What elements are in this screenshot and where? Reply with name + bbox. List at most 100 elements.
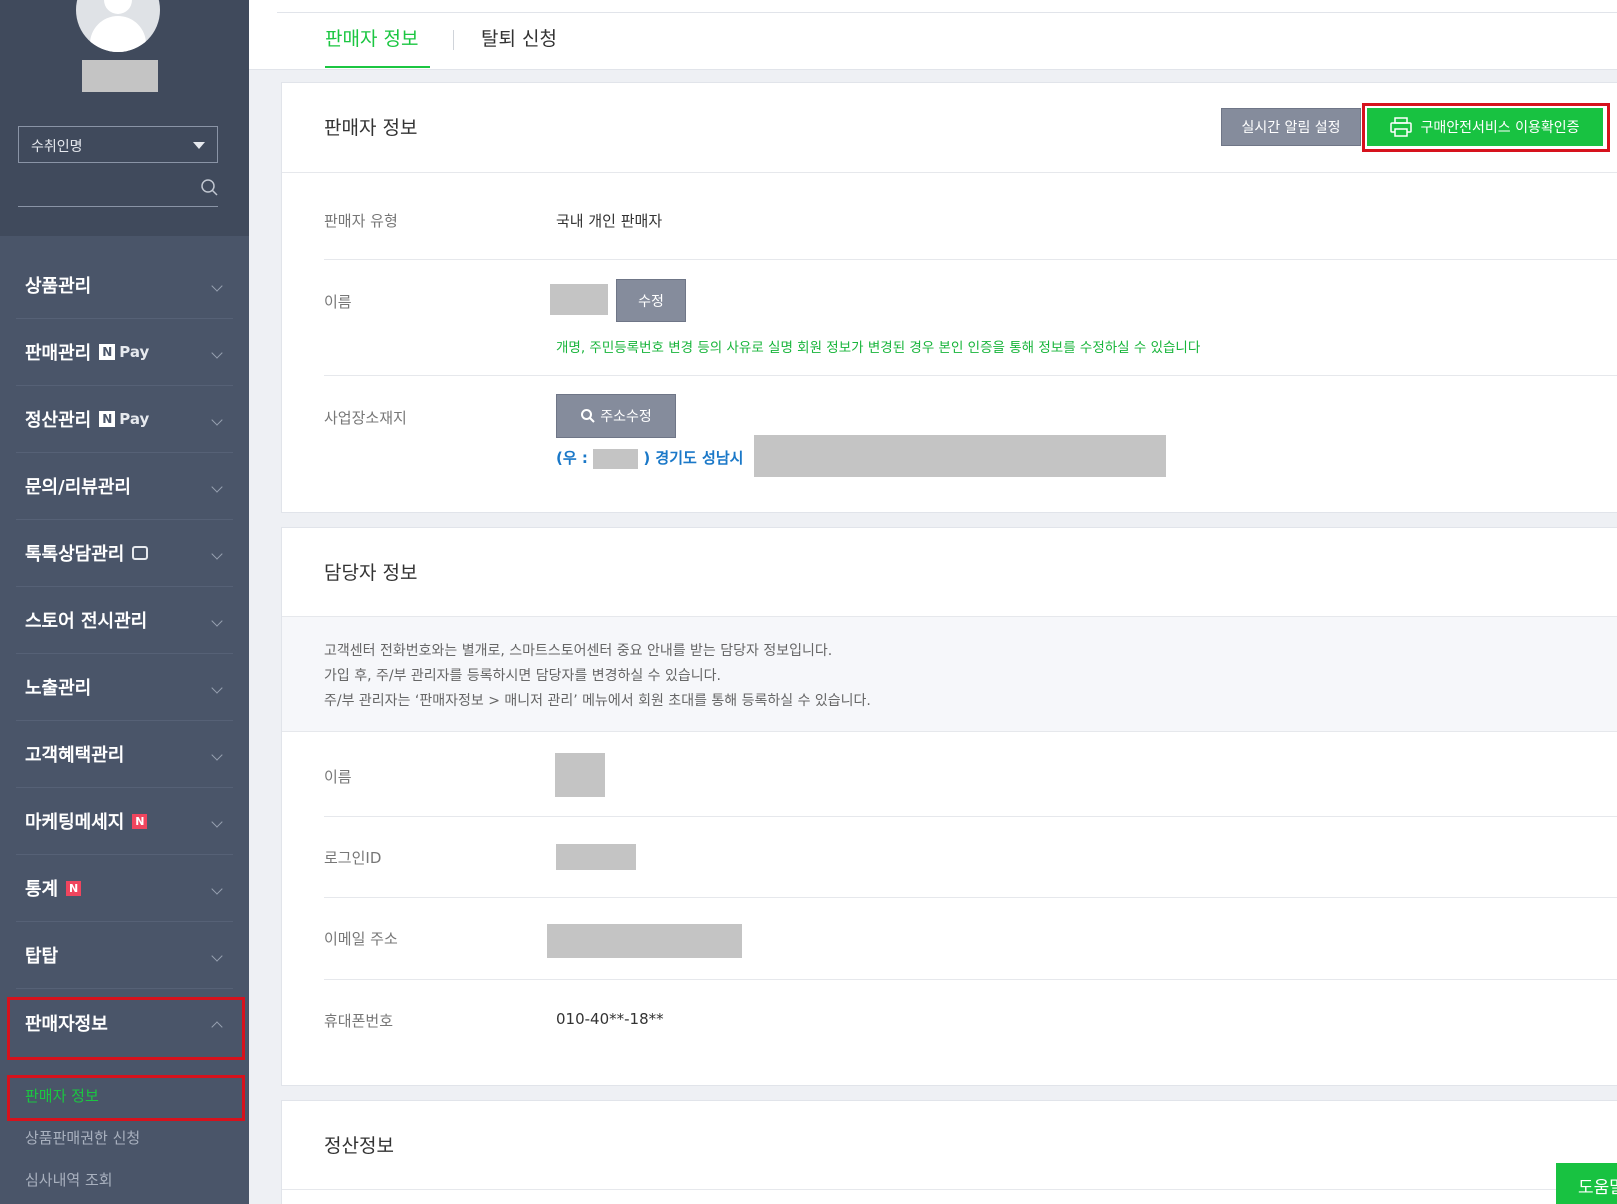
avatar-head bbox=[104, 0, 132, 14]
notice-line: 고객센터 전화번호와는 별개로, 스마트스토어센터 중요 안내를 받는 담당자 … bbox=[324, 643, 833, 659]
chevron-down-icon bbox=[211, 816, 223, 828]
sidebar-item-label: 판매관리 bbox=[25, 343, 92, 364]
npay-badge: N Pay bbox=[99, 343, 149, 361]
sidebar-item-label: 탑탑 bbox=[25, 946, 59, 967]
phone-label: 휴대폰번호 bbox=[324, 1012, 394, 1030]
phone-value: 010-40**-18** bbox=[556, 1010, 664, 1028]
search-input[interactable] bbox=[18, 206, 218, 207]
card-title: 담당자 정보 bbox=[324, 562, 418, 584]
highlight-box-safe-service-button bbox=[1362, 103, 1610, 152]
login-id-label: 로그인ID bbox=[324, 849, 382, 867]
manager-name-redacted bbox=[555, 753, 605, 797]
sidebar-item-inquiry-review[interactable]: 문의/리뷰관리 bbox=[16, 453, 233, 520]
name-label: 이름 bbox=[324, 293, 352, 311]
avatar bbox=[76, 0, 160, 52]
search-type-label: 수취인명 bbox=[31, 139, 83, 155]
seller-info-card: 판매자 정보 실시간 알림 설정 구매안전서비스 이용확인증 판매자 유형 국내… bbox=[281, 82, 1617, 513]
edit-address-button[interactable]: 주소수정 bbox=[556, 394, 676, 438]
sidebar-profile-area: 수취인명 bbox=[0, 0, 249, 236]
divider bbox=[324, 816, 1617, 817]
tab-separator bbox=[453, 30, 454, 50]
button-label: 수정 bbox=[638, 293, 664, 310]
sidebar-item-store-display[interactable]: 스토어 전시관리 bbox=[16, 587, 233, 654]
sidebar-item-talktalk[interactable]: 톡톡상담관리 bbox=[16, 520, 233, 587]
chevron-down-icon bbox=[211, 682, 223, 694]
main-content: 판매자 정보 탈퇴 신청 판매자 정보 실시간 알림 설정 구매안전서비스 이용… bbox=[249, 0, 1617, 1204]
sidebar-item-label: 정산관리 bbox=[25, 410, 92, 431]
chevron-down-icon bbox=[211, 414, 223, 426]
sidebar-item-settlement[interactable]: 정산관리 N Pay bbox=[16, 386, 233, 453]
search-icon bbox=[581, 409, 595, 423]
new-badge: N bbox=[132, 813, 148, 829]
chevron-down-icon bbox=[211, 548, 223, 560]
sidebar-item-marketing-message[interactable]: 마케팅메세지 N bbox=[16, 788, 233, 855]
npay-pay-label: Pay bbox=[119, 410, 150, 428]
seller-type-label: 판매자 유형 bbox=[324, 212, 398, 230]
manager-info-notice: 고객센터 전화번호와는 별개로, 스마트스토어센터 중요 안내를 받는 담당자 … bbox=[282, 616, 1617, 732]
sidebar-item-label: 문의/리뷰관리 bbox=[25, 477, 131, 498]
business-address-label: 사업장소재지 bbox=[324, 409, 407, 427]
sidebar-item-sales[interactable]: 판매관리 N Pay bbox=[16, 319, 233, 386]
divider bbox=[282, 172, 1617, 173]
npay-n-logo: N bbox=[99, 411, 116, 427]
email-label: 이메일 주소 bbox=[324, 930, 398, 948]
help-button[interactable]: 도움말 bbox=[1556, 1163, 1617, 1204]
realtime-alarm-button[interactable]: 실시간 알림 설정 bbox=[1221, 108, 1361, 146]
chevron-down-icon bbox=[211, 347, 223, 359]
sidebar-item-label: 스토어 전시관리 bbox=[25, 611, 148, 632]
sidebar-item-label: 상품관리 bbox=[25, 276, 92, 297]
highlight-box-seller-info-menu bbox=[7, 997, 245, 1060]
submenu-item-review-history[interactable]: 심사내역 조회 bbox=[0, 1158, 249, 1200]
user-name-redacted bbox=[82, 60, 158, 92]
login-id-redacted bbox=[556, 844, 636, 870]
settlement-info-card: 정산정보 bbox=[281, 1100, 1617, 1204]
sidebar-item-label: 톡톡상담관리 bbox=[25, 544, 125, 565]
sidebar-item-product[interactable]: 상품관리 bbox=[16, 252, 233, 319]
avatar-body bbox=[90, 16, 146, 52]
sidebar: 수취인명 상품관리 판매관리 NPay 정산관리 NPay 문의/리뷰관리 bbox=[0, 0, 249, 1204]
sidebar-item-label: 통계 bbox=[25, 879, 59, 900]
tab-seller-info[interactable]: 판매자 정보 bbox=[325, 24, 418, 51]
divider bbox=[324, 897, 1617, 898]
tab-withdrawal[interactable]: 탈퇴 신청 bbox=[481, 24, 557, 51]
email-redacted bbox=[547, 924, 742, 958]
sidebar-item-label: 고객혜택관리 bbox=[25, 745, 125, 766]
chevron-down-icon bbox=[211, 615, 223, 627]
submenu-item-label: 상품판매권한 신청 bbox=[25, 1128, 141, 1147]
chevron-down-icon bbox=[211, 950, 223, 962]
sidebar-item-taptap[interactable]: 탑탑 bbox=[16, 922, 233, 989]
npay-badge: N Pay bbox=[99, 410, 149, 428]
chat-icon bbox=[132, 546, 149, 560]
name-change-note: 개명, 주민등록번호 변경 등의 사유로 실명 회원 정보가 변경된 경우 본인… bbox=[556, 340, 1201, 356]
npay-n-logo: N bbox=[99, 344, 116, 360]
active-tab-indicator bbox=[325, 66, 430, 68]
divider bbox=[324, 979, 1617, 980]
notice-line: 주/부 관리자는 ‘판매자정보 > 매니저 관리’ 메뉴에서 회원 초대를 통해… bbox=[324, 693, 871, 709]
sidebar-item-customer-benefit[interactable]: 고객혜택관리 bbox=[16, 721, 233, 788]
divider bbox=[277, 12, 1617, 13]
submenu-item-sales-permission[interactable]: 상품판매권한 신청 bbox=[0, 1116, 249, 1158]
divider bbox=[324, 375, 1617, 376]
notice-line: 가입 후, 주/부 관리자를 등록하시면 담당자를 변경하실 수 있습니다. bbox=[324, 668, 721, 684]
postal-prefix: (우 : bbox=[556, 449, 588, 467]
card-title: 정산정보 bbox=[324, 1135, 394, 1157]
search-icon[interactable] bbox=[200, 178, 220, 198]
button-label: 주소수정 bbox=[600, 409, 652, 425]
postal-code-redacted bbox=[593, 448, 639, 469]
edit-name-button[interactable]: 수정 bbox=[616, 279, 686, 322]
search-type-select[interactable]: 수취인명 bbox=[18, 126, 218, 163]
chevron-down-icon bbox=[211, 481, 223, 493]
button-label: 실시간 알림 설정 bbox=[1241, 120, 1341, 136]
npay-pay-label: Pay bbox=[119, 343, 150, 361]
sidebar-item-statistics[interactable]: 통계 N bbox=[16, 855, 233, 922]
divider bbox=[324, 259, 1617, 260]
sidebar-item-label: 마케팅메세지 bbox=[25, 812, 125, 833]
name-redacted bbox=[550, 284, 608, 315]
card-title: 판매자 정보 bbox=[324, 117, 418, 139]
address-detail-redacted bbox=[754, 435, 1166, 477]
divider bbox=[282, 1189, 1617, 1190]
highlight-box-seller-info-submenu bbox=[7, 1075, 245, 1121]
sidebar-menu: 상품관리 판매관리 N Pay 정산관리 N Pay 문의/리뷰관리 톡톡상담관리 … bbox=[0, 252, 249, 1056]
sidebar-item-label: 노출관리 bbox=[25, 678, 92, 699]
sidebar-item-exposure[interactable]: 노출관리 bbox=[16, 654, 233, 721]
